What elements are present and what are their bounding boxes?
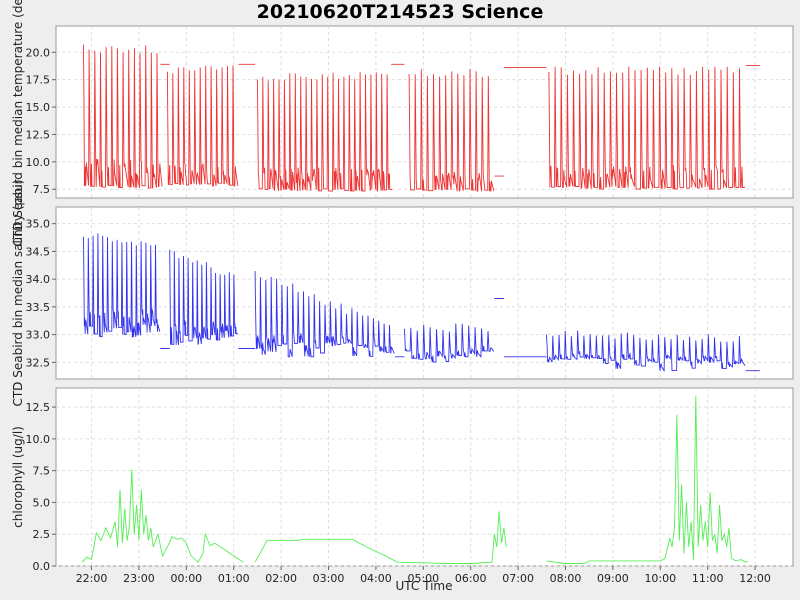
x-tick-label: 10:00 bbox=[644, 572, 676, 585]
x-tick-label: 11:00 bbox=[692, 572, 724, 585]
y-tick-label: 0.0 bbox=[33, 560, 51, 573]
y-tick-label: 12.5 bbox=[26, 401, 51, 414]
x-tick-label: 22:00 bbox=[76, 572, 108, 585]
chlorophyll-panel bbox=[55, 387, 794, 567]
y-tick-label: 15.0 bbox=[26, 101, 51, 114]
y-tick-label: 33.5 bbox=[26, 301, 51, 314]
x-tick-label: 04:00 bbox=[360, 572, 392, 585]
y-tick-label: 33.0 bbox=[26, 329, 51, 342]
x-tick-label: 01:00 bbox=[218, 572, 250, 585]
x-tick-label: 12:00 bbox=[739, 572, 771, 585]
x-tick-label: 02:00 bbox=[265, 572, 297, 585]
y-axis-label: chlorophyll (ug/l) bbox=[11, 426, 25, 528]
x-tick-label: 07:00 bbox=[502, 572, 534, 585]
y-tick-label: 34.5 bbox=[26, 245, 51, 258]
y-tick-label: 35.0 bbox=[26, 218, 51, 231]
x-tick-label: 03:00 bbox=[313, 572, 345, 585]
x-tick-label: 09:00 bbox=[597, 572, 629, 585]
y-tick-label: 12.5 bbox=[26, 128, 51, 141]
y-tick-label: 2.5 bbox=[33, 528, 51, 541]
x-tick-label: 06:00 bbox=[455, 572, 487, 585]
y-tick-label: 32.5 bbox=[26, 356, 51, 369]
chart-canvas: 7.5 10.0 12.5 15.0 17.5 20.0 CTD Seabird bin m… bbox=[11, 0, 794, 593]
x-tick-label: 00:00 bbox=[170, 572, 202, 585]
y-tick-label: 5.0 bbox=[33, 496, 51, 509]
y-tick-label: 10.0 bbox=[26, 156, 51, 169]
y-tick-label: 7.5 bbox=[33, 183, 51, 196]
x-axis-label: UTC Time bbox=[396, 579, 453, 593]
y-tick-label: 20.0 bbox=[26, 46, 51, 59]
y-tick-label: 34.0 bbox=[26, 273, 51, 286]
y-tick-label: 10.0 bbox=[26, 433, 51, 446]
x-tick-label: 08:00 bbox=[550, 572, 582, 585]
y-tick-label: 17.5 bbox=[26, 74, 51, 87]
y-tick-label: 7.5 bbox=[33, 465, 51, 478]
y-axis-label: CTD Seabird bin median salinity (psu) bbox=[11, 179, 25, 406]
x-tick-label: 23:00 bbox=[123, 572, 155, 585]
